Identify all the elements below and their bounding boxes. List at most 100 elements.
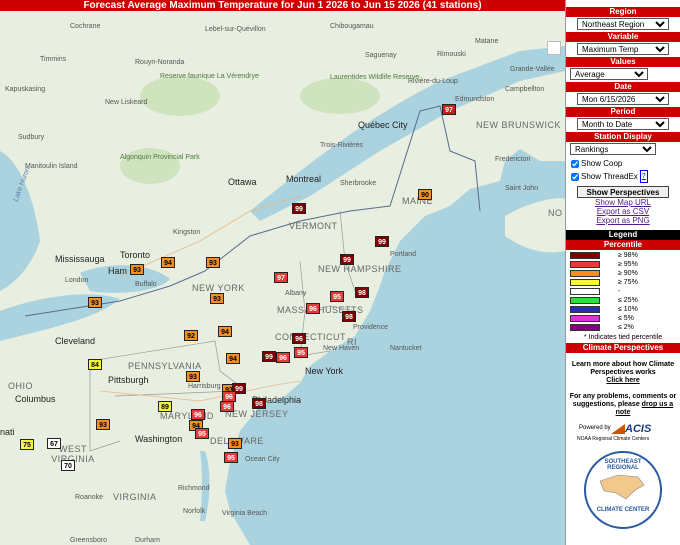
- map-label-pennsylvania: PENNSYLVANIA: [128, 361, 202, 371]
- station-marker[interactable]: 94: [226, 353, 240, 364]
- acis-sub: NOAA Regional Climate Centers: [577, 436, 650, 442]
- station-marker[interactable]: 96: [191, 409, 205, 420]
- station-marker[interactable]: 93: [96, 419, 110, 430]
- export-png-link[interactable]: Export as PNG: [566, 216, 680, 225]
- legend-swatch: [570, 270, 600, 277]
- station-marker[interactable]: 90: [418, 189, 432, 200]
- station-marker[interactable]: 99: [375, 236, 389, 247]
- show-perspectives-button[interactable]: Show Perspectives: [577, 186, 669, 198]
- climate-perspectives-header: Climate Perspectives: [566, 343, 680, 353]
- legend-row: ≤ 25%: [570, 296, 680, 305]
- station-marker[interactable]: 95: [330, 291, 344, 302]
- legend-label: ≥ 75%: [618, 279, 638, 286]
- map-label-cochrane: Cochrane: [70, 23, 101, 30]
- station-marker[interactable]: 99: [292, 203, 306, 214]
- legend-swatch: [570, 279, 600, 286]
- map-label-cleveland: Cleveland: [55, 336, 96, 346]
- station-marker[interactable]: 97: [442, 104, 456, 115]
- show-coop-row: Show Coop: [571, 158, 680, 169]
- map-label-vermont: VERMONT: [289, 221, 338, 231]
- station-marker[interactable]: 93: [88, 297, 102, 308]
- map-label-chibougamau: Chibougamau: [330, 23, 374, 30]
- station-marker[interactable]: 92: [184, 330, 198, 341]
- map-label-greensboro: Greensboro: [70, 537, 107, 544]
- date-select[interactable]: Mon 6/15/2026: [577, 93, 669, 105]
- map-label-harrisburg: Harrisburg: [188, 383, 221, 390]
- threadex-help-link[interactable]: ?: [639, 170, 648, 183]
- map-label-mississauga: Mississauga: [55, 254, 105, 264]
- station-marker[interactable]: 98: [342, 311, 356, 322]
- show-coop-checkbox[interactable]: [571, 159, 579, 168]
- values-header: Values: [566, 57, 680, 67]
- station-marker[interactable]: 94: [218, 326, 232, 337]
- legend-label: ≤ 2%: [618, 324, 634, 331]
- station-marker[interactable]: 93: [186, 371, 200, 382]
- legend-label: ≥ 98%: [618, 252, 638, 259]
- legend-list: ≥ 98% ≥ 95% ≥ 90% ≥ 75% - ≤ 25% ≤ 10% ≤ 5% ≤ 2%: [566, 251, 680, 332]
- station-marker[interactable]: 96: [306, 303, 320, 314]
- date-header: Date: [566, 82, 680, 92]
- legend-subtitle: Percentile: [566, 240, 680, 250]
- station-marker[interactable]: 99: [340, 254, 354, 265]
- station-marker[interactable]: 96: [292, 333, 306, 344]
- station-display-select[interactable]: Rankings: [570, 143, 656, 155]
- legend-label: ≤ 5%: [618, 315, 634, 322]
- click-here-link[interactable]: Click here: [606, 377, 639, 384]
- station-marker[interactable]: 67: [47, 438, 61, 449]
- station-marker[interactable]: 98: [355, 287, 369, 298]
- legend-row: ≤ 2%: [570, 323, 680, 332]
- legend-swatch: [570, 297, 600, 304]
- info-learn: Learn more about how Climate Perspective…: [566, 361, 680, 385]
- map-label-virginia: VIRGINIA: [113, 492, 157, 502]
- map-label-quebec: Québec City: [358, 120, 408, 130]
- map-label-hamilton: Ham: [108, 266, 128, 276]
- map-label-no: NO: [548, 208, 563, 218]
- station-marker[interactable]: 75: [20, 439, 34, 450]
- station-marker[interactable]: 95: [224, 452, 238, 463]
- period-select[interactable]: Month to Date: [577, 118, 669, 130]
- station-marker[interactable]: 93: [228, 438, 242, 449]
- map-label-new-haven: New Haven: [323, 345, 360, 352]
- station-marker[interactable]: 95: [294, 347, 308, 358]
- fullscreen-icon[interactable]: [547, 41, 561, 55]
- station-marker[interactable]: 96: [276, 352, 290, 363]
- station-marker[interactable]: 89: [158, 401, 172, 412]
- station-marker[interactable]: 84: [88, 359, 102, 370]
- map-label-new-liskeard: New Liskeard: [105, 99, 148, 106]
- region-select[interactable]: Northeast Region: [577, 18, 669, 30]
- map-label-kapuskasing: Kapuskasing: [5, 86, 46, 93]
- map-view[interactable]: Cochrane Lebel-sur-Quévillon Chibougamau…: [0, 11, 565, 545]
- station-marker[interactable]: 93: [130, 264, 144, 275]
- map-title: Forecast Average Maximum Temperature for…: [0, 0, 565, 11]
- station-marker[interactable]: 98: [252, 398, 266, 409]
- station-marker[interactable]: 93: [206, 257, 220, 268]
- map-label-lebel: Lebel-sur-Quévillon: [205, 26, 266, 33]
- acis-powered: Powered by: [579, 425, 611, 431]
- map-label-rimouski: Rimouski: [437, 51, 466, 58]
- map-label-richmond: Richmond: [178, 485, 210, 492]
- show-threadex-label: Show ThreadEx: [581, 172, 638, 181]
- variable-select[interactable]: Maximum Temp: [577, 43, 669, 55]
- station-marker[interactable]: 97: [274, 272, 288, 283]
- station-marker[interactable]: 94: [161, 257, 175, 268]
- map-label-laurentides: Laurentides Wildlife Reserve: [330, 74, 420, 81]
- export-csv-link[interactable]: Export as CSV: [566, 207, 680, 216]
- station-marker[interactable]: 95: [195, 428, 209, 439]
- station-marker[interactable]: 70: [61, 460, 75, 471]
- map-label-saguenay: Saguenay: [365, 52, 397, 59]
- legend-label: ≤ 10%: [618, 306, 638, 313]
- station-marker[interactable]: 93: [210, 293, 224, 304]
- info-problems: For any problems, comments or suggestion…: [566, 393, 680, 417]
- show-map-url-link[interactable]: Show Map URL: [566, 198, 680, 207]
- map-label-ocean-city: Ocean City: [245, 456, 280, 463]
- legend-swatch: [570, 324, 600, 331]
- values-select[interactable]: Average: [570, 68, 648, 80]
- station-marker[interactable]: 96: [220, 401, 234, 412]
- station-marker[interactable]: 99: [262, 351, 276, 362]
- legend-row: ≥ 90%: [570, 269, 680, 278]
- map-label-providence: Providence: [353, 324, 389, 331]
- map-label-buffalo: Buffalo: [135, 281, 157, 288]
- show-threadex-checkbox[interactable]: [571, 172, 579, 181]
- legend-row: ≤ 10%: [570, 305, 680, 314]
- map-label-ohio: OHIO: [8, 381, 34, 391]
